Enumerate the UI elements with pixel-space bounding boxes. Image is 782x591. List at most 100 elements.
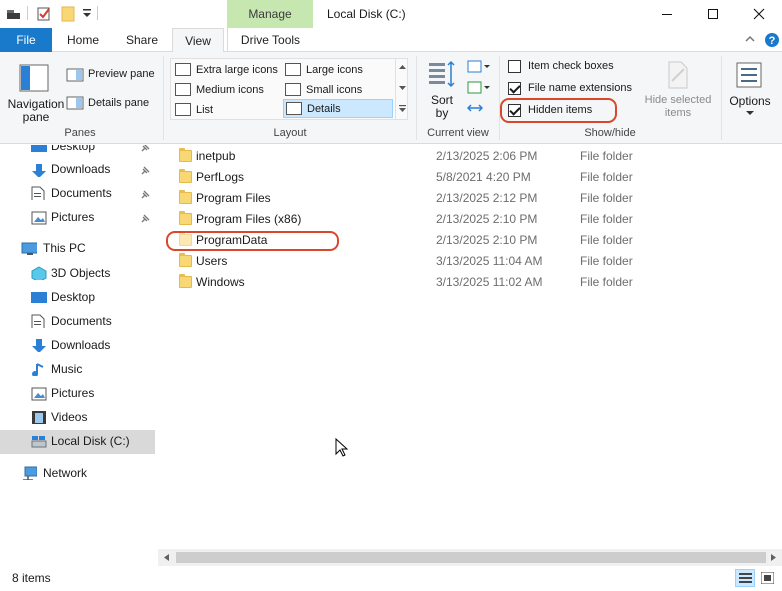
- layout-item-label: List: [196, 103, 214, 116]
- pin-icon[interactable]: [141, 166, 150, 175]
- large-icons-view-button[interactable]: [758, 569, 778, 587]
- minimize-icon: [662, 14, 672, 15]
- nav-item-local-disk[interactable]: Local Disk (C:): [0, 430, 155, 454]
- ribbon-tabs: File Home Share View Drive Tools ?: [0, 28, 782, 53]
- nav-item-documents-quick[interactable]: Documents: [0, 182, 155, 206]
- nav-item-desktop-quick[interactable]: Desktop: [0, 145, 155, 159]
- layout-group-label: Layout: [273, 127, 307, 139]
- layout-large-icons[interactable]: Large icons: [283, 60, 395, 79]
- file-name: PerfLogs: [196, 170, 245, 184]
- tab-file[interactable]: File: [0, 28, 52, 52]
- nav-item-3d-objects[interactable]: 3D Objects: [0, 262, 155, 286]
- item-check-boxes-checkbox[interactable]: [508, 60, 521, 73]
- pin-icon[interactable]: [141, 145, 150, 152]
- size-columns-icon[interactable]: [467, 101, 483, 115]
- tab-view[interactable]: View: [172, 28, 224, 53]
- maximize-button[interactable]: [690, 0, 736, 28]
- hidden-items-checkbox[interactable]: [508, 104, 521, 117]
- nav-label: Documents: [51, 186, 112, 200]
- file-date: 2/13/2025 2:10 PM: [436, 233, 538, 247]
- file-name-extensions-checkbox[interactable]: [508, 82, 521, 95]
- layout-list[interactable]: List: [173, 100, 283, 119]
- nav-label: Pictures: [51, 210, 95, 224]
- preview-pane-button[interactable]: Preview pane: [88, 68, 155, 80]
- nav-item-downloads[interactable]: Downloads: [0, 334, 155, 358]
- properties-icon[interactable]: [36, 6, 52, 22]
- tab-drive-tools[interactable]: Drive Tools: [227, 28, 313, 52]
- horizontal-scrollbar[interactable]: [158, 549, 782, 566]
- details-view-button[interactable]: [735, 569, 755, 587]
- layout-medium-icons[interactable]: Medium icons: [173, 80, 283, 99]
- minimize-button[interactable]: [644, 0, 690, 28]
- layout-small-icons[interactable]: Small icons: [283, 80, 395, 99]
- downloads-icon: [32, 164, 46, 177]
- details-pane-icon: [66, 96, 84, 110]
- file-row[interactable]: Program Files (x86) 2/13/2025 2:10 PM Fi…: [172, 209, 772, 230]
- options-button[interactable]: Options: [724, 58, 776, 124]
- help-icon[interactable]: ?: [764, 32, 780, 48]
- item-check-boxes-label: Item check boxes: [528, 60, 614, 72]
- scroll-left-icon[interactable]: [162, 553, 170, 562]
- nav-item-documents[interactable]: Documents: [0, 310, 155, 334]
- sort-by-button[interactable]: Sort by: [424, 58, 460, 124]
- layout-scroll[interactable]: [395, 59, 408, 119]
- nav-item-pictures[interactable]: Pictures: [0, 382, 155, 406]
- manage-contextual-tab[interactable]: Manage: [227, 0, 313, 29]
- file-explorer-icon[interactable]: [6, 7, 22, 21]
- file-date: 3/13/2025 11:04 AM: [436, 254, 543, 268]
- more-layouts-icon[interactable]: [398, 104, 407, 113]
- add-columns-icon[interactable]: [467, 81, 491, 95]
- file-type: File folder: [580, 212, 633, 226]
- group-by-icon[interactable]: [467, 60, 491, 74]
- file-row[interactable]: Users 3/13/2025 11:04 AM File folder: [172, 251, 772, 272]
- medium-icons-icon: [175, 83, 191, 96]
- nav-label: Downloads: [51, 162, 111, 176]
- nav-item-network[interactable]: Network: [0, 462, 155, 486]
- layout-details[interactable]: Details: [283, 99, 393, 118]
- drive-icon: [31, 436, 47, 448]
- file-row[interactable]: Program Files 2/13/2025 2:12 PM File fol…: [172, 188, 772, 209]
- nav-label: Music: [51, 362, 83, 376]
- scroll-right-icon[interactable]: [770, 553, 778, 562]
- nav-item-desktop[interactable]: Desktop: [0, 286, 155, 310]
- pictures-icon: [31, 211, 47, 225]
- customize-toolbar-icon[interactable]: [82, 8, 92, 18]
- tab-home[interactable]: Home: [60, 28, 106, 52]
- details-pane-button[interactable]: Details pane: [88, 97, 149, 109]
- nav-item-this-pc[interactable]: This PC: [0, 237, 155, 261]
- layout-gallery: Extra large icons Large icons Medium ico…: [170, 58, 408, 120]
- nav-item-videos[interactable]: Videos: [0, 406, 155, 430]
- maximize-icon: [708, 9, 718, 19]
- minimize-ribbon-icon[interactable]: [744, 35, 756, 46]
- scroll-up-icon[interactable]: [398, 64, 407, 70]
- tab-share[interactable]: Share: [118, 28, 166, 52]
- hidden-items-label: Hidden items: [528, 104, 593, 116]
- options-dropdown-icon: [746, 111, 754, 115]
- scroll-down-icon[interactable]: [398, 85, 407, 91]
- nav-item-music[interactable]: Music: [0, 358, 155, 382]
- pictures-icon: [31, 387, 47, 401]
- documents-icon: [31, 314, 45, 328]
- file-row[interactable]: inetpub 2/13/2025 2:06 PM File folder: [172, 146, 772, 167]
- nav-label: This PC: [43, 241, 86, 255]
- scrollbar-thumb[interactable]: [176, 552, 766, 563]
- nav-item-downloads-quick[interactable]: Downloads: [0, 158, 155, 182]
- nav-item-pictures-quick[interactable]: Pictures: [0, 206, 155, 230]
- folder-icon: [179, 274, 192, 288]
- file-row[interactable]: Windows 3/13/2025 11:02 AM File folder: [172, 272, 772, 293]
- hide-selected-items-button[interactable]: Hide selected items: [640, 58, 716, 124]
- file-name: Program Files (x86): [196, 212, 302, 226]
- new-folder-icon[interactable]: [60, 5, 76, 22]
- layout-item-label: Medium icons: [196, 83, 264, 96]
- file-row[interactable]: PerfLogs 5/8/2021 4:20 PM File folder: [172, 167, 772, 188]
- network-icon: [23, 466, 37, 480]
- navigation-pane-button[interactable]: Navigation pane: [4, 56, 64, 124]
- file-row[interactable]: ProgramData 2/13/2025 2:10 PM File folde…: [172, 230, 772, 251]
- close-button[interactable]: [736, 0, 782, 28]
- layout-item-label: Large icons: [306, 63, 363, 76]
- list-icon: [175, 103, 191, 116]
- layout-extra-large-icons[interactable]: Extra large icons: [173, 60, 283, 79]
- pin-icon[interactable]: [141, 190, 150, 199]
- pin-icon[interactable]: [141, 214, 150, 223]
- preview-pane-icon: [66, 68, 84, 82]
